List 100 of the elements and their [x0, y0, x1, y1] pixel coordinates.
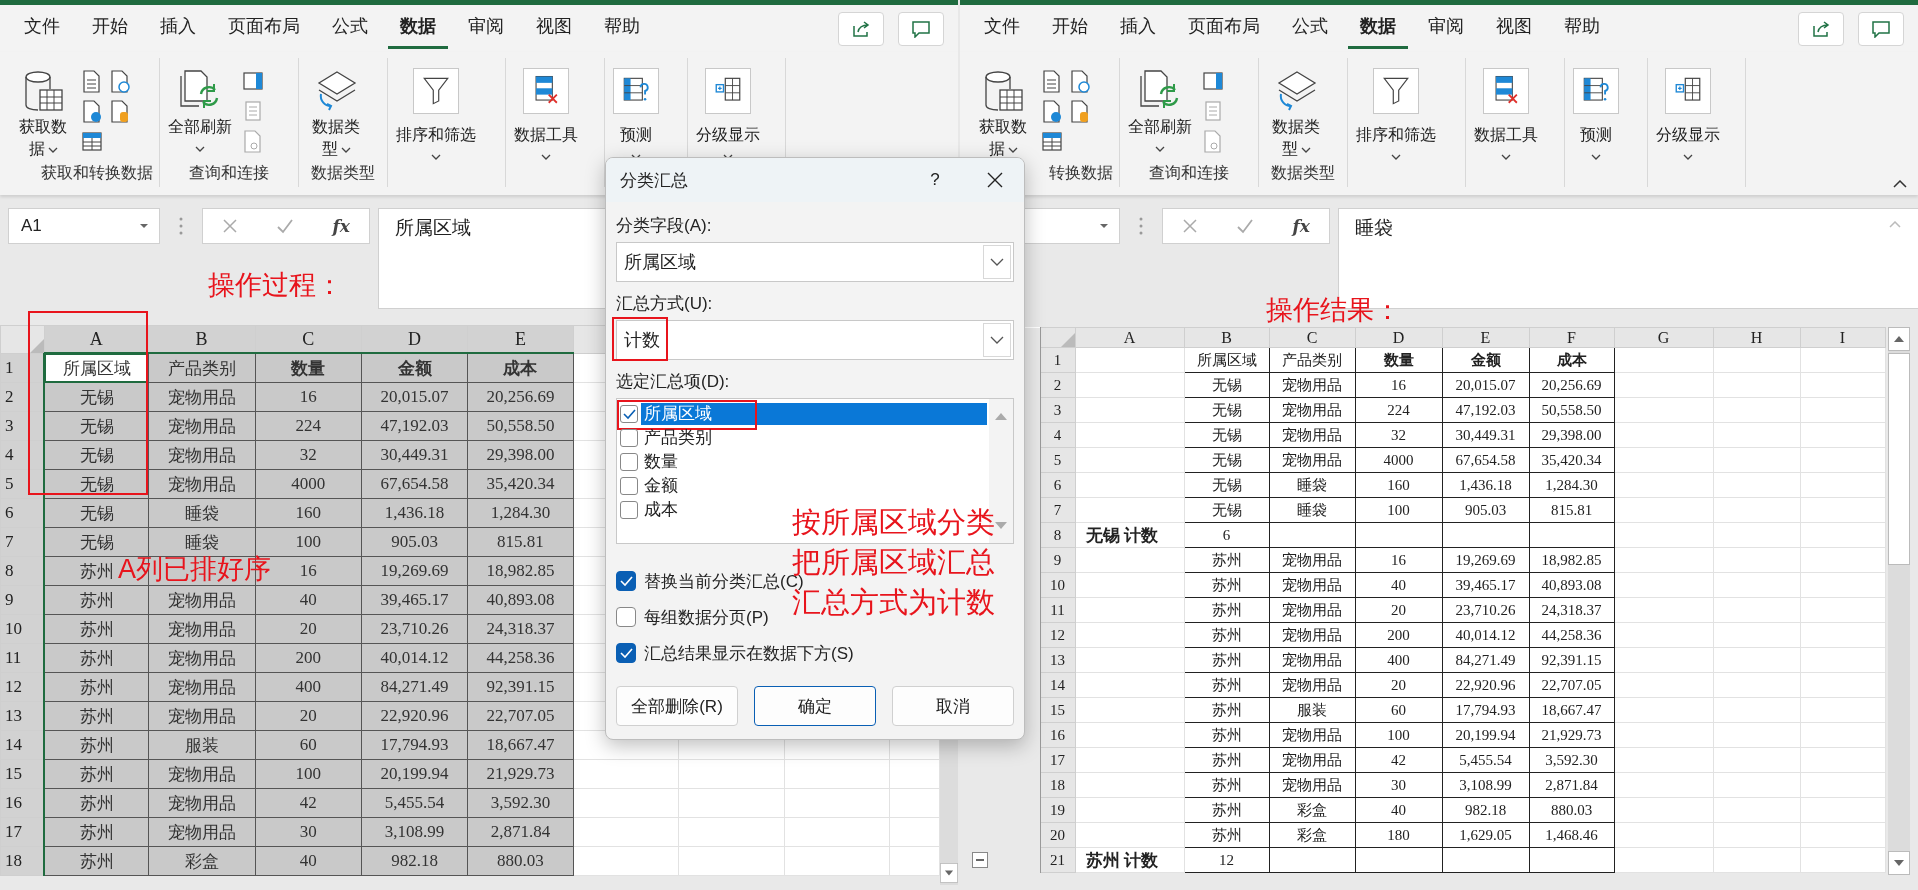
share-button[interactable]	[838, 11, 884, 46]
table-cell: 无锡 计数	[1075, 522, 1184, 548]
checkbox[interactable]	[620, 477, 638, 495]
list-item[interactable]: 产品类别	[641, 427, 989, 449]
row-header[interactable]: 16	[0, 788, 45, 818]
row-header[interactable]: 9	[0, 585, 45, 615]
column-header[interactable]: G	[1614, 327, 1713, 348]
table-cell: 16	[1355, 547, 1442, 573]
row-header[interactable]: 12	[0, 672, 45, 702]
ribbon-tab[interactable]: 审阅	[456, 8, 516, 49]
ribbon-tab[interactable]: 文件	[972, 8, 1032, 49]
row-header[interactable]: 7	[0, 527, 45, 557]
ribbon-tab[interactable]: 数据	[388, 8, 448, 49]
column-header[interactable]: C	[255, 325, 362, 353]
column-header[interactable]: B	[1184, 327, 1269, 348]
scroll-down-icon[interactable]	[1887, 851, 1910, 875]
list-item[interactable]: 数量	[641, 451, 989, 473]
comment-button[interactable]	[1858, 11, 1904, 46]
column-header[interactable]: D	[361, 325, 468, 353]
column-header[interactable]: D	[1355, 327, 1442, 348]
row-header[interactable]: 18	[0, 846, 45, 876]
ribbon-tab[interactable]: 页面布局	[216, 8, 312, 49]
data-tools-button[interactable]: 数据工具	[512, 62, 580, 163]
checkbox[interactable]	[620, 429, 638, 447]
cancel-button[interactable]	[1182, 218, 1199, 234]
name-box[interactable]: A1	[8, 208, 160, 244]
sort-filter-button[interactable]: 排序和筛选	[394, 62, 478, 163]
column-header[interactable]: A	[44, 325, 149, 353]
sort-filter-button[interactable]: 排序和筛选	[1354, 62, 1438, 163]
row-header[interactable]: 14	[0, 730, 45, 760]
ribbon-tab[interactable]: 文件	[12, 8, 72, 49]
refresh-all-button[interactable]: 全部刷新	[166, 62, 234, 163]
table-cell: 无锡	[44, 527, 149, 557]
ribbon-tab[interactable]: 开始	[80, 8, 140, 49]
caret-icon	[1391, 154, 1401, 160]
ribbon-tab[interactable]: 插入	[1108, 8, 1168, 49]
share-button[interactable]	[1798, 11, 1844, 46]
column-header[interactable]: E	[467, 325, 574, 353]
column-header[interactable]: E	[1442, 327, 1529, 348]
table-cell: 24,318.37	[467, 614, 574, 644]
collapse-icon[interactable]	[972, 852, 988, 868]
ribbon-tab[interactable]: 视图	[1484, 8, 1544, 49]
column-header[interactable]: B	[148, 325, 255, 353]
dialog-button[interactable]: 确定	[754, 686, 876, 726]
ribbon-tab[interactable]: 帮助	[1552, 8, 1612, 49]
table-cell: 32	[255, 440, 362, 470]
refresh-all-button[interactable]: 全部刷新	[1126, 62, 1194, 163]
get-data-button[interactable]: 获取数据	[12, 62, 74, 163]
table-cell: 成本	[1529, 347, 1614, 373]
insert-function-button[interactable]: fx	[1292, 216, 1310, 236]
help-button[interactable]: ?	[920, 170, 950, 190]
dialog-button[interactable]: 全部删除(R)	[616, 686, 738, 726]
ribbon-tab[interactable]: 公式	[1280, 8, 1340, 49]
row-header[interactable]: 10	[0, 614, 45, 644]
column-header[interactable]: I	[1800, 327, 1885, 348]
row-header[interactable]: 6	[0, 498, 45, 528]
ribbon-tab[interactable]: 插入	[148, 8, 208, 49]
row-header[interactable]: 8	[0, 556, 45, 586]
row-header[interactable]: 13	[0, 701, 45, 731]
checkbox[interactable]	[616, 643, 636, 663]
scroll-thumb[interactable]	[1887, 353, 1910, 565]
checkbox[interactable]	[620, 453, 638, 471]
insert-function-button[interactable]: fx	[332, 216, 350, 236]
dropdown-value: 所属区域	[623, 251, 697, 274]
ribbon-tab[interactable]: 视图	[524, 8, 584, 49]
dropdown-field[interactable]: 所属区域	[616, 242, 1014, 282]
ribbon-tab[interactable]: 公式	[320, 8, 380, 49]
row-header[interactable]: 17	[0, 817, 45, 847]
ribbon-tab[interactable]: 数据	[1348, 8, 1408, 49]
ribbon-tab[interactable]: 帮助	[592, 8, 652, 49]
column-header[interactable]: A	[1075, 327, 1184, 348]
data-type-button[interactable]: 数据类型	[1265, 62, 1327, 163]
column-header[interactable]: H	[1713, 327, 1800, 348]
ribbon-tab[interactable]: 审阅	[1416, 8, 1476, 49]
enter-button[interactable]	[1236, 218, 1255, 234]
checkbox[interactable]	[620, 501, 638, 519]
column-header[interactable]: C	[1269, 327, 1355, 348]
table-cell: 苏州	[44, 730, 149, 760]
list-item[interactable]: 金额	[641, 475, 989, 497]
comment-button[interactable]	[898, 11, 944, 46]
cancel-button[interactable]	[222, 218, 239, 234]
outline-button[interactable]: 分级显示	[1654, 62, 1722, 163]
ribbon-tab[interactable]: 页面布局	[1176, 8, 1272, 49]
scroll-down-icon[interactable]	[940, 861, 958, 885]
checkbox[interactable]	[620, 405, 638, 423]
row-header[interactable]: 15	[0, 759, 45, 789]
scroll-up-icon[interactable]	[1887, 327, 1910, 351]
data-type-button[interactable]: 数据类型	[305, 62, 367, 163]
list-item[interactable]: 所属区域	[641, 403, 987, 425]
dialog-button[interactable]: 取消	[892, 686, 1014, 726]
scrollbar[interactable]	[1887, 327, 1910, 875]
forecast-button[interactable]: 预测	[1571, 62, 1621, 163]
data-tools-button[interactable]: 数据工具	[1472, 62, 1540, 163]
row-header[interactable]: 11	[0, 643, 45, 673]
table-cell: 苏州	[44, 759, 149, 789]
column-header[interactable]: F	[1529, 327, 1614, 348]
ribbon-tab[interactable]: 开始	[1040, 8, 1100, 49]
checkbox[interactable]	[616, 571, 636, 591]
enter-button[interactable]	[276, 218, 295, 234]
checkbox[interactable]	[616, 607, 636, 627]
